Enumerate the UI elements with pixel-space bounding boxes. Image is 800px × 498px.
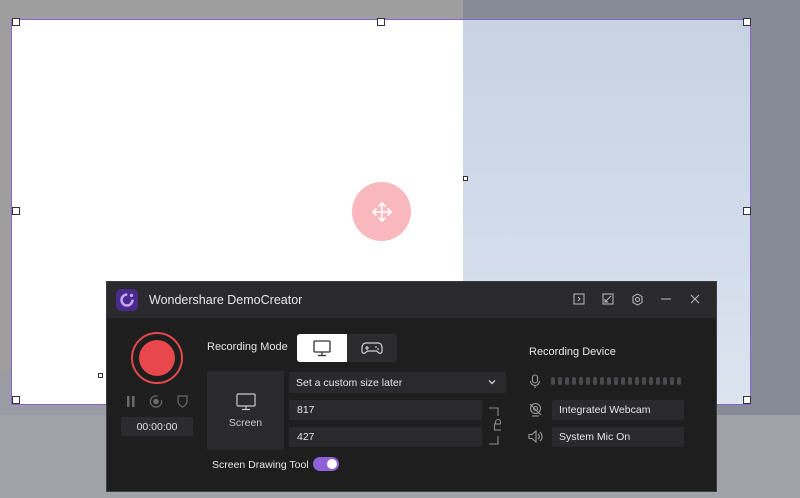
shield-icon[interactable] xyxy=(175,394,189,408)
resize-handle-top-left[interactable] xyxy=(12,18,20,26)
speaker-icon[interactable] xyxy=(527,428,543,444)
screen-source-tile[interactable]: Screen xyxy=(207,371,284,450)
webcam-record-icon[interactable] xyxy=(149,394,163,408)
webcam-select[interactable]: Integrated Webcam xyxy=(552,400,684,420)
mode-game-button[interactable] xyxy=(347,334,397,362)
webcam-icon[interactable] xyxy=(527,401,543,417)
resize-handle-right[interactable] xyxy=(743,207,751,215)
screen-drawing-tool-label: Screen Drawing Tool xyxy=(212,459,309,471)
export-icon[interactable] xyxy=(571,291,587,307)
chevron-down-icon xyxy=(488,380,496,385)
move-arrows-icon xyxy=(371,201,392,222)
window-handle xyxy=(463,176,468,181)
close-icon[interactable] xyxy=(687,291,703,307)
minimize-icon[interactable] xyxy=(658,291,674,307)
resize-handle-top[interactable] xyxy=(377,18,385,26)
recording-mode-label: Recording Mode xyxy=(207,341,288,353)
shrink-icon[interactable] xyxy=(600,291,616,307)
width-input[interactable]: 817 xyxy=(289,400,482,420)
size-dropdown-value: Set a custom size later xyxy=(296,376,403,389)
app-title: Wondershare DemoCreator xyxy=(149,293,303,307)
resize-handle-bottom-right[interactable] xyxy=(743,396,751,404)
aspect-lock-icon[interactable] xyxy=(487,407,501,445)
microphone-icon[interactable] xyxy=(527,373,543,389)
resize-handle-left[interactable] xyxy=(12,207,20,215)
title-bar[interactable]: Wondershare DemoCreator xyxy=(107,282,716,318)
pause-icon[interactable] xyxy=(124,394,138,408)
record-dot xyxy=(139,340,175,376)
monitor-icon xyxy=(313,340,331,357)
recording-timer: 00:00:00 xyxy=(121,417,193,436)
audio-select[interactable]: System Mic On xyxy=(552,427,684,447)
settings-icon[interactable] xyxy=(629,291,645,307)
window-handle-lower xyxy=(98,373,103,378)
screen-drawing-tool-toggle[interactable] xyxy=(313,457,339,471)
screen-tile-label: Screen xyxy=(228,416,263,429)
gamepad-icon xyxy=(361,342,383,354)
size-dropdown[interactable]: Set a custom size later xyxy=(289,372,506,393)
recorder-panel: Wondershare DemoCreator 00:00:00 Recordi… xyxy=(106,281,717,492)
monitor-icon xyxy=(235,392,256,410)
resize-handle-top-right[interactable] xyxy=(743,18,751,26)
mic-level-meter xyxy=(551,377,681,385)
toggle-knob xyxy=(327,459,337,469)
move-handle[interactable] xyxy=(352,182,411,241)
record-button[interactable] xyxy=(131,332,183,384)
resize-handle-bottom-left[interactable] xyxy=(12,396,20,404)
recording-device-label: Recording Device xyxy=(529,346,616,358)
mode-screen-button[interactable] xyxy=(297,334,347,362)
democreator-logo-icon xyxy=(116,289,138,311)
height-input[interactable]: 427 xyxy=(289,427,482,447)
